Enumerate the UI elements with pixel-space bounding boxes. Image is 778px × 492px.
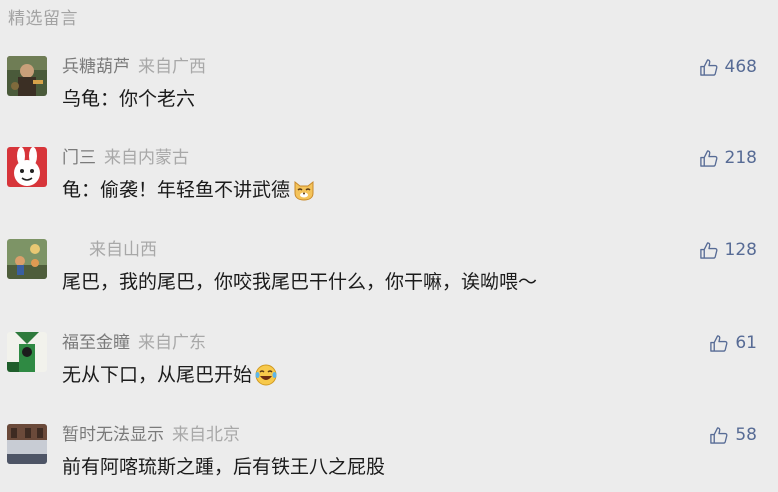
location: 来自北京 — [172, 425, 240, 445]
comment-text: 龟：偷袭！年轻鱼不讲武德 — [62, 179, 291, 201]
comment-text: 乌龟：你个老六 — [62, 88, 196, 110]
avatar[interactable] — [7, 56, 47, 96]
like-count: 58 — [735, 425, 757, 445]
thumbs-up-icon — [699, 241, 718, 259]
thumbs-up-icon — [710, 334, 728, 352]
avatar[interactable] — [7, 424, 47, 464]
like-button[interactable]: 128 — [699, 239, 757, 261]
comment-content: 无从下口，从尾巴开始 — [62, 362, 278, 394]
like-button[interactable]: 58 — [709, 424, 757, 446]
thumbs-up-icon — [699, 149, 718, 167]
comment-item: 暂时无法显示 来自北京 前有阿喀琉斯之踵，后有铁王八之屁股 58 — [0, 424, 778, 492]
comment-text: 前有阿喀琉斯之踵，后有铁王八之屁股 — [62, 456, 386, 478]
avatar[interactable] — [7, 239, 47, 279]
comment-text: 尾巴，我的尾巴，你咬我尾巴干什么，你干嘛，诶呦喂～ — [62, 271, 538, 293]
like-button[interactable]: 218 — [699, 147, 757, 169]
comment-header: 兵糖葫芦 来自广西 — [62, 56, 206, 78]
comment-content: 尾巴，我的尾巴，你咬我尾巴干什么，你干嘛，诶呦喂～ — [62, 269, 537, 295]
comment-header: 门三 来自内蒙古 — [62, 147, 189, 169]
location: 来自内蒙古 — [104, 148, 189, 168]
comment-text: 无从下口，从尾巴开始 — [62, 364, 253, 386]
comment-header: 暂时无法显示 来自北京 — [62, 424, 240, 446]
comment-header: 来自山西 — [62, 239, 157, 261]
tears-of-joy-emoji — [254, 363, 278, 394]
comment-content: 龟：偷袭！年轻鱼不讲武德 — [62, 177, 316, 209]
nickname[interactable]: 暂时无法显示 — [62, 425, 164, 445]
like-count: 61 — [735, 333, 757, 353]
comment-item: 门三 来自内蒙古 龟：偷袭！年轻鱼不讲武德 218 — [0, 147, 778, 227]
comments-page: 精选留言 兵糖葫芦 来自广西 乌龟：你个老六 468 门三 来自内蒙古 龟：偷袭… — [0, 0, 778, 492]
like-button[interactable]: 61 — [709, 332, 757, 354]
location: 来自广西 — [138, 57, 206, 77]
like-count: 128 — [724, 240, 757, 260]
cat-face-emoji — [292, 178, 316, 209]
avatar[interactable] — [7, 147, 47, 187]
avatar[interactable] — [7, 332, 47, 372]
location: 来自山西 — [89, 240, 157, 260]
like-button[interactable]: 468 — [699, 56, 757, 78]
nickname[interactable]: 兵糖葫芦 — [62, 57, 130, 77]
like-count: 218 — [724, 148, 757, 168]
comment-content: 乌龟：你个老六 — [62, 86, 195, 112]
thumbs-up-icon — [710, 426, 728, 444]
comment-item: 来自山西 尾巴，我的尾巴，你咬我尾巴干什么，你干嘛，诶呦喂～ 128 — [0, 239, 778, 319]
nickname[interactable]: 门三 — [62, 148, 96, 168]
comment-header: 福至金瞳 来自广东 — [62, 332, 206, 354]
comment-content: 前有阿喀琉斯之踵，后有铁王八之屁股 — [62, 454, 385, 480]
comment-item: 兵糖葫芦 来自广西 乌龟：你个老六 468 — [0, 56, 778, 136]
like-count: 468 — [724, 57, 757, 77]
comment-item: 福至金瞳 来自广东 无从下口，从尾巴开始 61 — [0, 332, 778, 412]
section-title: 精选留言 — [8, 9, 78, 29]
location: 来自广东 — [138, 333, 206, 353]
thumbs-up-icon — [699, 58, 718, 76]
nickname[interactable]: 福至金瞳 — [62, 333, 130, 353]
